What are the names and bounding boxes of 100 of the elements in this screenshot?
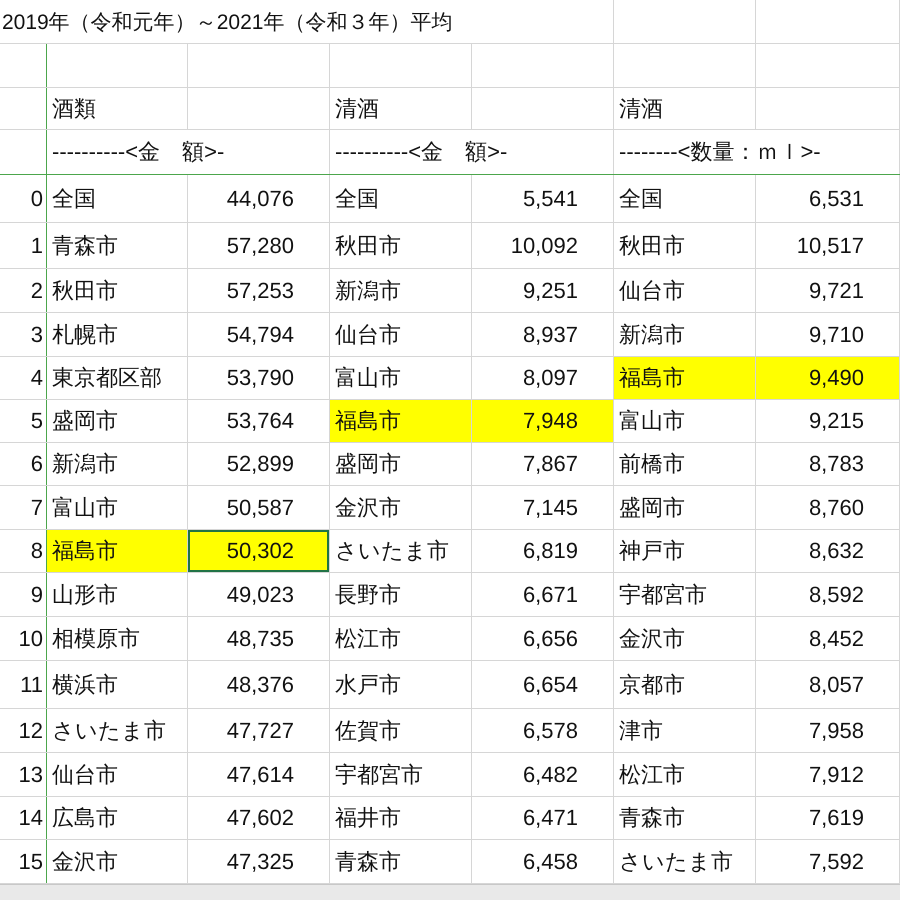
city-cell: 京都市 [614,661,756,708]
amount-cell[interactable]: 6,482 [472,753,614,796]
city-cell: 秋田市 [614,223,756,268]
city-cell: 金沢市 [614,617,756,660]
amount-cell[interactable]: 7,145 [472,486,614,529]
amount-cell[interactable]: 8,592 [756,573,900,616]
city-cell: 盛岡市 [614,486,756,529]
city-cell: 松江市 [330,617,472,660]
unit-heading: ----------<金 額>- [330,130,614,174]
amount-cell[interactable]: 8,760 [756,486,900,529]
amount-cell[interactable]: 6,458 [472,840,614,883]
amount-cell[interactable]: 48,376 [188,661,330,708]
row-number: 6 [0,443,47,485]
city-cell: さいたま市 [614,840,756,883]
amount-cell[interactable]: 7,867 [472,443,614,485]
amount-cell[interactable]: 47,602 [188,797,330,839]
city-cell: 富山市 [47,486,188,529]
city-cell: 福島市 [614,357,756,399]
city-cell: 新潟市 [330,269,472,312]
row-number: 11 [0,661,47,708]
amount-cell[interactable]: 57,280 [188,223,330,268]
amount-cell[interactable]: 52,899 [188,443,330,485]
horizontal-scrollbar[interactable] [0,884,900,900]
city-cell: 金沢市 [330,486,472,529]
row-number: 13 [0,753,47,796]
amount-cell[interactable]: 6,671 [472,573,614,616]
amount-cell[interactable]: 8,937 [472,313,614,356]
amount-cell[interactable]: 7,948 [472,400,614,442]
city-cell: 秋田市 [47,269,188,312]
amount-cell[interactable]: 10,517 [756,223,900,268]
city-cell: 青森市 [330,840,472,883]
sheet-title: 2019年（令和元年）～2021年（令和３年）平均 [0,0,614,43]
row-number: 2 [0,269,47,312]
category-heading: 清酒 [614,88,756,129]
amount-cell[interactable]: 47,727 [188,709,330,752]
city-cell: 横浜市 [47,661,188,708]
city-cell: 津市 [614,709,756,752]
amount-cell[interactable]: 6,656 [472,617,614,660]
amount-cell[interactable]: 7,592 [756,840,900,883]
city-cell: 全国 [614,175,756,222]
row-number: 3 [0,313,47,356]
city-cell: 盛岡市 [330,443,472,485]
city-cell: さいたま市 [330,530,472,572]
city-cell: 前橋市 [614,443,756,485]
city-cell: 東京都区部 [47,357,188,399]
amount-cell[interactable]: 7,912 [756,753,900,796]
row-number: 1 [0,223,47,268]
city-cell: 富山市 [330,357,472,399]
city-cell: 宇都宮市 [614,573,756,616]
amount-cell[interactable]: 47,614 [188,753,330,796]
row-number: 12 [0,709,47,752]
amount-cell[interactable]: 8,632 [756,530,900,572]
amount-cell[interactable]: 7,958 [756,709,900,752]
amount-cell[interactable]: 50,302 [188,530,330,572]
row-number: 0 [0,175,47,222]
row-number: 9 [0,573,47,616]
amount-cell[interactable]: 47,325 [188,840,330,883]
category-heading: 清酒 [330,88,472,129]
amount-cell[interactable]: 9,721 [756,269,900,312]
amount-cell[interactable]: 9,490 [756,357,900,399]
amount-cell[interactable]: 6,819 [472,530,614,572]
city-cell: 水戸市 [330,661,472,708]
row-number: 4 [0,357,47,399]
row-number: 14 [0,797,47,839]
city-cell: 青森市 [47,223,188,268]
city-cell: 佐賀市 [330,709,472,752]
amount-cell[interactable]: 6,578 [472,709,614,752]
amount-cell[interactable]: 44,076 [188,175,330,222]
city-cell: 福島市 [330,400,472,442]
row-number: 15 [0,840,47,883]
amount-cell[interactable]: 53,790 [188,357,330,399]
amount-cell[interactable]: 8,057 [756,661,900,708]
amount-cell[interactable]: 9,251 [472,269,614,312]
city-cell: 盛岡市 [47,400,188,442]
amount-cell[interactable]: 7,619 [756,797,900,839]
city-cell: 新潟市 [614,313,756,356]
row-number: 5 [0,400,47,442]
amount-cell[interactable]: 50,587 [188,486,330,529]
city-cell: 仙台市 [47,753,188,796]
amount-cell[interactable]: 10,092 [472,223,614,268]
city-cell: 仙台市 [614,269,756,312]
amount-cell[interactable]: 48,735 [188,617,330,660]
city-cell: 相模原市 [47,617,188,660]
unit-heading: ----------<金 額>- [47,130,330,174]
city-cell: 全国 [330,175,472,222]
amount-cell[interactable]: 6,654 [472,661,614,708]
amount-cell[interactable]: 6,471 [472,797,614,839]
amount-cell[interactable]: 6,531 [756,175,900,222]
city-cell: 福島市 [47,530,188,572]
amount-cell[interactable]: 57,253 [188,269,330,312]
amount-cell[interactable]: 8,783 [756,443,900,485]
amount-cell[interactable]: 8,452 [756,617,900,660]
city-cell: 松江市 [614,753,756,796]
amount-cell[interactable]: 9,215 [756,400,900,442]
amount-cell[interactable]: 9,710 [756,313,900,356]
city-cell: 金沢市 [47,840,188,883]
amount-cell[interactable]: 5,541 [472,175,614,222]
amount-cell[interactable]: 49,023 [188,573,330,616]
city-cell: 宇都宮市 [330,753,472,796]
amount-cell[interactable]: 54,794 [188,313,330,356]
